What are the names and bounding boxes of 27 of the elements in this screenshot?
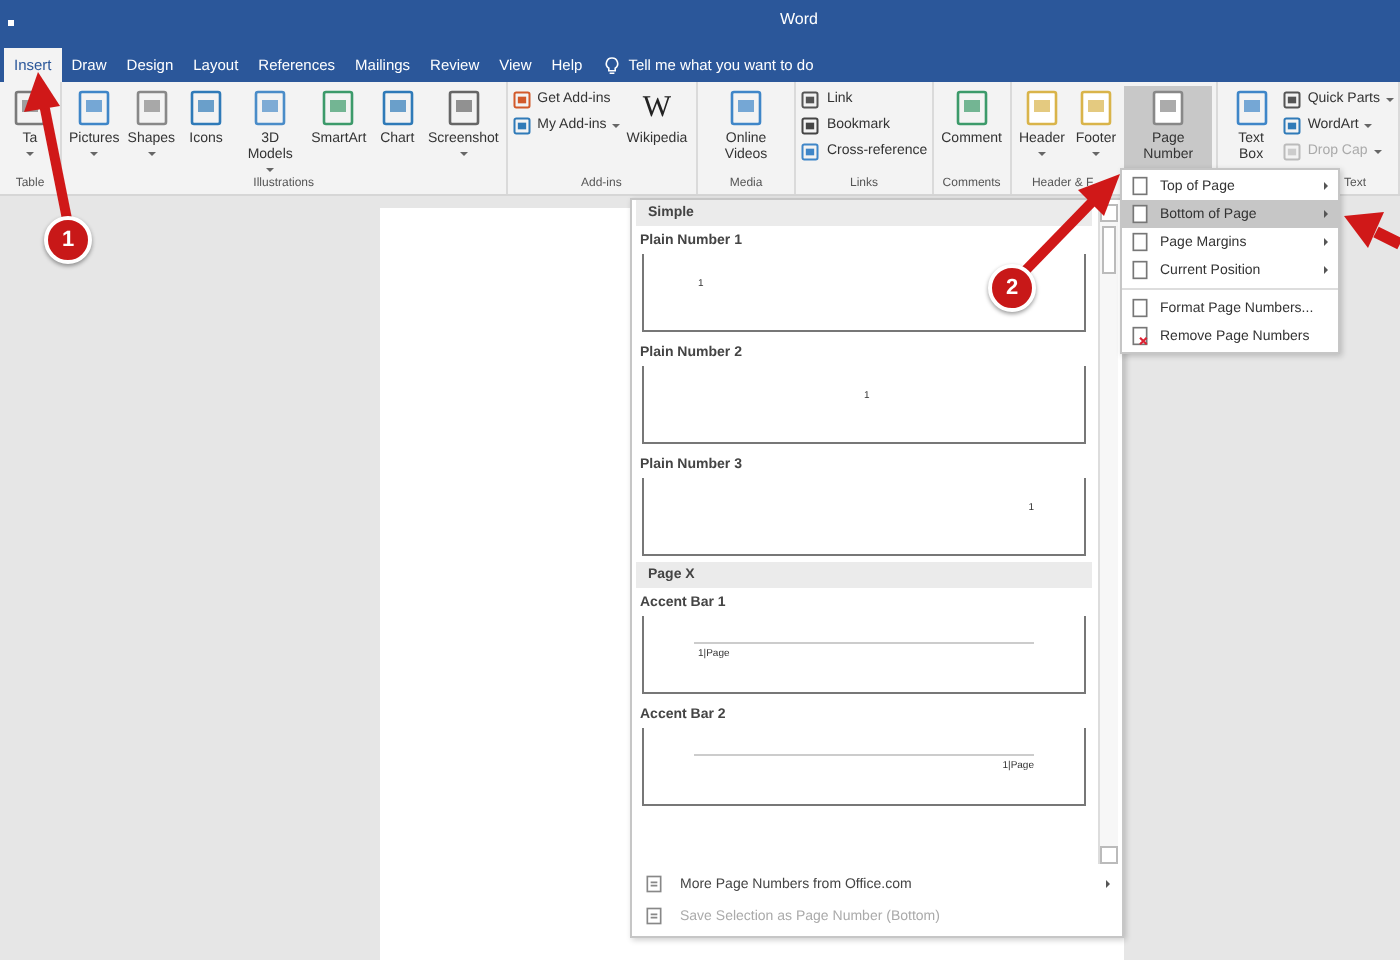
caret-icon xyxy=(1091,152,1100,156)
scroll-down-icon[interactable] xyxy=(1100,846,1118,864)
annotation-arrow xyxy=(1020,174,1120,276)
caret-icon xyxy=(1373,149,1382,153)
caret-icon xyxy=(26,152,34,156)
annotation-arrow xyxy=(1344,212,1400,250)
caret-icon xyxy=(90,152,99,156)
submenu-arrow-icon xyxy=(1324,238,1328,246)
caret-icon xyxy=(1037,152,1046,156)
caret-icon xyxy=(147,152,156,156)
caret-icon xyxy=(266,168,275,172)
caret-icon xyxy=(459,152,468,156)
lightbulb-icon xyxy=(604,56,621,76)
submenu-arrow-icon xyxy=(1324,266,1328,274)
page-icon xyxy=(1075,88,1116,128)
submenu-arrow-icon xyxy=(1106,880,1110,888)
submenu-arrow-icon xyxy=(1324,210,1328,218)
page-icon xyxy=(1021,88,1062,128)
submenu-arrow-icon xyxy=(1324,182,1328,190)
caret-icon xyxy=(1364,123,1373,127)
scroll-thumb[interactable] xyxy=(1102,226,1116,274)
caret-icon xyxy=(1386,97,1394,101)
window-title: Word xyxy=(780,10,818,28)
remove-icon xyxy=(1130,326,1150,346)
caret-icon xyxy=(612,123,621,127)
step-badge: 1 xyxy=(44,216,92,264)
scrollbar[interactable] xyxy=(1098,204,1118,864)
